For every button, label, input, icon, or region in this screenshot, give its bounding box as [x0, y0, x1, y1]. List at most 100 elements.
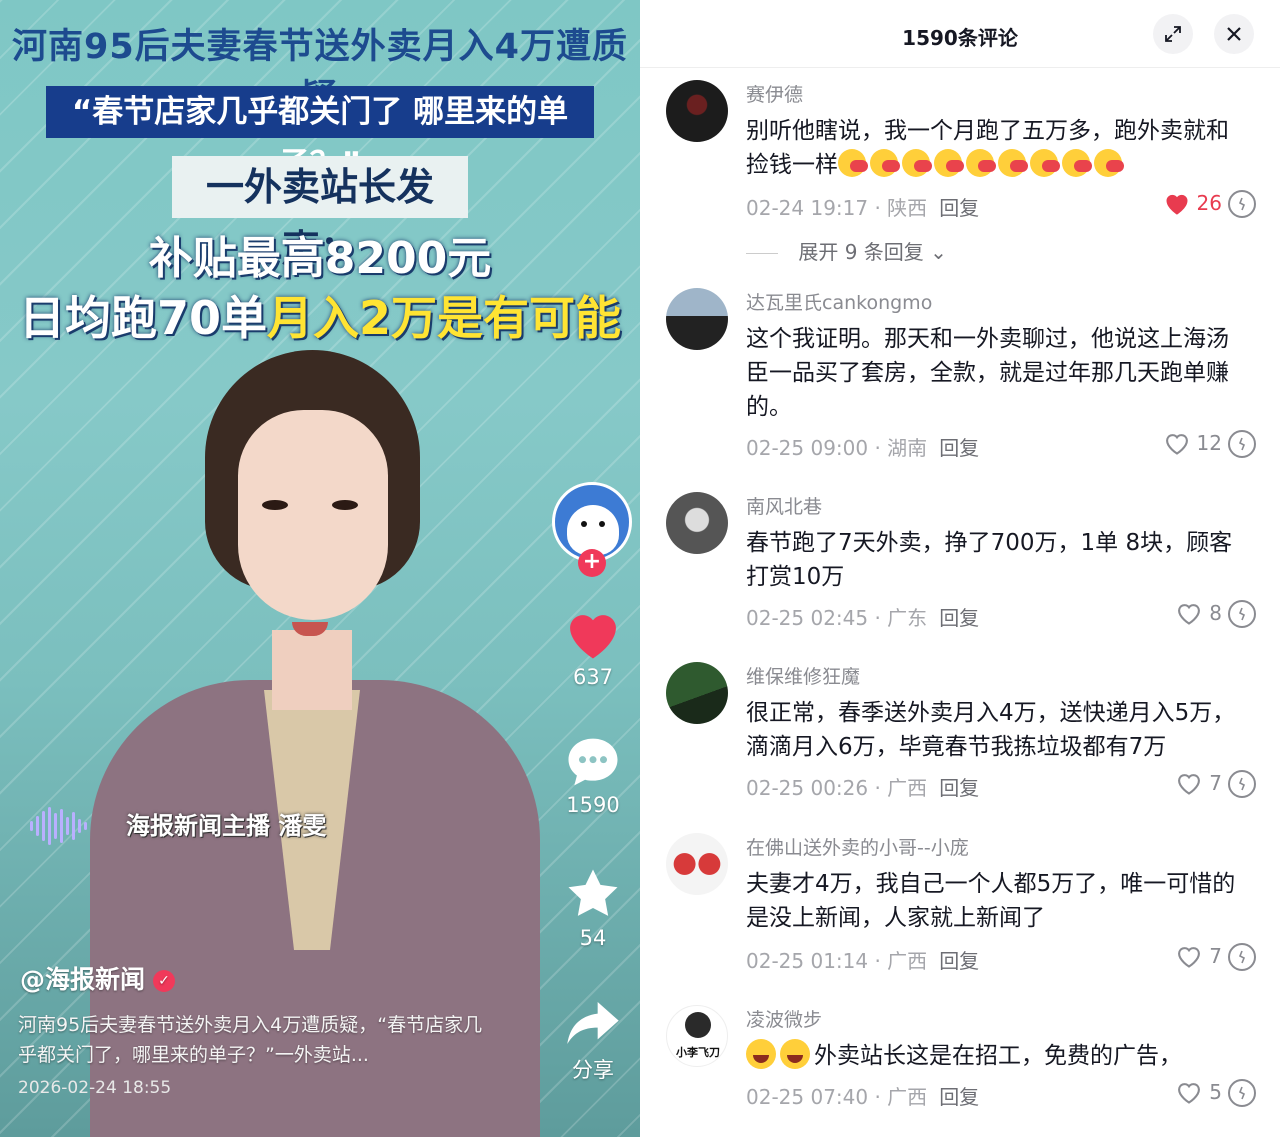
blush-emoji-icon — [870, 149, 900, 177]
comment-meta: 02-25 00:26 · 广西 回复 — [746, 772, 979, 801]
comment-action[interactable]: 1590 — [552, 735, 634, 817]
favorite-count: 54 — [579, 926, 607, 950]
video-headline-4: 补贴最高8200元 — [148, 233, 492, 284]
reply-button[interactable]: 回复 — [939, 196, 979, 220]
author-name[interactable]: @海报新闻 — [20, 965, 145, 994]
video-date: 2026-02-24 18:55 — [18, 1078, 172, 1098]
dislike-button[interactable] — [1228, 1079, 1256, 1107]
favorite-action[interactable]: 54 — [552, 866, 634, 950]
comment-time-location: 02-25 01:14 · 广西 — [746, 949, 928, 973]
close-button[interactable] — [1214, 14, 1254, 54]
verified-badge-icon: ✓ — [153, 970, 176, 992]
video-headline-3: 一外卖站长发声： — [172, 156, 468, 271]
blush-emoji-icon — [902, 149, 932, 177]
comment-like-button[interactable]: 7 — [1175, 943, 1222, 969]
dislike-button[interactable] — [1228, 943, 1256, 971]
comment-meta: 02-25 09:00 · 湖南 回复 — [746, 432, 979, 461]
anchor-left-eye — [262, 500, 288, 510]
share-action[interactable]: 分享 — [552, 996, 634, 1084]
dislike-button[interactable] — [1228, 430, 1256, 458]
comment-username[interactable]: 维保维修狂魔 — [746, 662, 860, 689]
blush-emoji-icon — [998, 149, 1028, 177]
comment-bubble-icon — [568, 738, 618, 786]
reply-button[interactable]: 回复 — [939, 606, 979, 630]
avatar[interactable] — [666, 492, 728, 554]
close-icon — [1227, 27, 1241, 41]
blush-emoji-icon — [1030, 149, 1060, 177]
comment-like-count: 8 — [1209, 601, 1222, 625]
chevron-down-icon: ⌄ — [930, 240, 947, 264]
comment-like-button[interactable]: 12 — [1163, 430, 1222, 456]
video-headline-2: “春节店家几乎都关门了 哪里来的单子？” — [46, 86, 594, 182]
comment-text: 别听他瞎说，我一个月跑了五万多，跑外卖就和捡钱一样 — [746, 114, 1246, 182]
star-icon — [568, 869, 618, 916]
like-count: 637 — [572, 665, 614, 689]
blush-emoji-icon — [838, 149, 868, 177]
comment-username[interactable]: 在佛山送外卖的小哥--小庞 — [746, 833, 969, 860]
anchor-neck — [272, 630, 352, 710]
comment-like-count: 7 — [1209, 944, 1222, 968]
reply-button[interactable]: 回复 — [939, 949, 979, 973]
blush-emoji-icon — [966, 149, 996, 177]
comment-meta: 02-25 02:45 · 广东 回复 — [746, 602, 979, 631]
video-description[interactable]: 河南95后夫妻春节送外卖月入4万遭质疑，“春节店家几乎都关门了，哪里来的单子？”… — [18, 1010, 498, 1070]
comments-header: 1590条评论 — [640, 0, 1280, 68]
comment-count: 1590 — [566, 793, 620, 817]
comment-username[interactable]: 达瓦里氏cankongmo — [746, 288, 932, 315]
comment-text: 春节跑了7天外卖，挣了700万，1单 8块，顾客打赏10万 — [746, 530, 1233, 590]
emoji-row — [838, 149, 1126, 178]
reply-button[interactable]: 回复 — [939, 436, 979, 460]
dislike-button[interactable] — [1228, 190, 1256, 218]
comment-body: 外卖站长这是在招工，免费的广告， — [814, 1043, 1182, 1069]
share-label: 分享 — [572, 1058, 614, 1082]
comment-like-button[interactable]: 8 — [1175, 600, 1222, 626]
comment-text: 夫妻才4万，我自己一个人都5万了，唯一可惜的是没上新闻，人家就上新闻了 — [746, 871, 1236, 931]
video-author[interactable]: @海报新闻 ✓ — [20, 960, 176, 996]
broken-heart-icon — [1238, 437, 1246, 451]
comment-item: 达瓦里氏cankongmo 这个我证明。那天和一外卖聊过，他说这上海汤臣一品买了… — [640, 278, 1280, 478]
dislike-button[interactable] — [1228, 600, 1256, 628]
avatar-caption: 小李飞刀 — [676, 1046, 720, 1059]
dislike-button[interactable] — [1228, 770, 1256, 798]
comment-like-button[interactable]: 26 — [1163, 190, 1222, 216]
comment-username[interactable]: 南风北巷 — [746, 492, 822, 519]
avatar[interactable] — [666, 662, 728, 724]
heart-outline-icon — [1178, 774, 1201, 795]
broken-heart-icon — [1238, 950, 1246, 964]
reply-button[interactable]: 回复 — [939, 1085, 979, 1109]
comment-item: 赛伊德 别听他瞎说，我一个月跑了五万多，跑外卖就和捡钱一样 02-24 19:1… — [640, 70, 1280, 280]
laugh-emoji-icon — [780, 1039, 810, 1069]
expand-replies-label: 展开 9 条回复 — [798, 240, 924, 264]
like-action[interactable]: 637 — [552, 605, 634, 689]
comment-username[interactable]: 凌波微步 — [746, 1005, 822, 1032]
comment-item: 小李飞刀 凌波微步 外卖站长这是在招工，免费的广告， 02-25 07:40 ·… — [640, 995, 1280, 1137]
comment-meta: 02-25 01:14 · 广西 回复 — [746, 945, 979, 974]
avatar[interactable] — [666, 80, 728, 142]
video-player[interactable]: 河南95后夫妻春节送外卖月入4万遭质疑 “春节店家几乎都关门了 哪里来的单子？”… — [0, 0, 640, 1137]
comment-time-location: 02-25 00:26 · 广西 — [746, 776, 928, 800]
comment-like-button[interactable]: 5 — [1175, 1079, 1222, 1105]
avatar[interactable] — [666, 288, 728, 350]
comment-time-location: 02-25 07:40 · 广西 — [746, 1085, 928, 1109]
avatar[interactable]: 小李飞刀 — [666, 1005, 728, 1067]
avatar[interactable] — [666, 833, 728, 895]
reply-button[interactable]: 回复 — [939, 776, 979, 800]
expand-button[interactable] — [1153, 14, 1193, 54]
broken-heart-icon — [1238, 1086, 1246, 1100]
avatar-figure — [685, 1012, 711, 1038]
comment-username[interactable]: 赛伊德 — [746, 80, 803, 107]
comment-meta: 02-25 07:40 · 广西 回复 — [746, 1081, 979, 1110]
audio-wave-icon — [30, 806, 90, 846]
expand-replies-button[interactable]: 展开 9 条回复 ⌄ — [746, 236, 947, 265]
blush-emoji-icon — [934, 149, 964, 177]
comment-item: 维保维修狂魔 很正常，春季送外卖月入4万，送快递月入5万，滴滴月入6万，毕竟春节… — [640, 652, 1280, 824]
anchor-right-eye — [332, 500, 358, 510]
comment-time-location: 02-25 09:00 · 湖南 — [746, 436, 928, 460]
follow-plus-button[interactable]: + — [578, 549, 606, 577]
comments-panel: 1590条评论 赛伊德 别听他瞎说，我一个月跑了五万多，跑外卖就和捡钱一样 02… — [640, 0, 1280, 1137]
broken-heart-icon — [1238, 777, 1246, 791]
broken-heart-icon — [1238, 197, 1246, 211]
seal-logo-icon — [567, 505, 619, 555]
filled-heart-icon — [1166, 194, 1188, 215]
comment-like-button[interactable]: 7 — [1175, 770, 1222, 796]
